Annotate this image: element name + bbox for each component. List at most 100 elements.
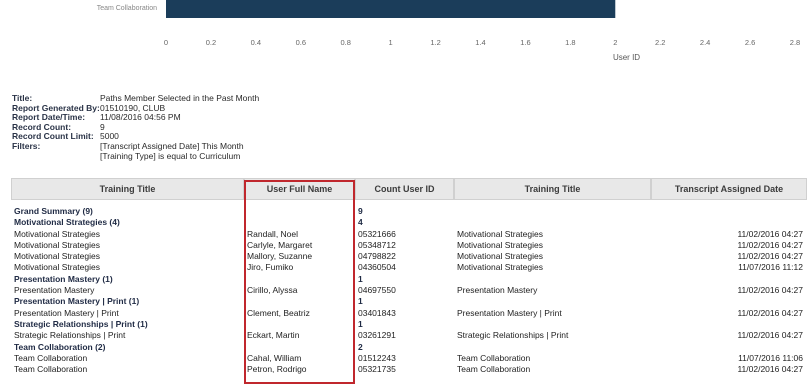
cell-training-title: Presentation Mastery | Print (1) [14,296,140,307]
cell-assigned-date: 11/02/2016 04:27 [737,330,803,341]
cell-training-title-2 [454,206,651,217]
group-row: Presentation Mastery | Print (1) 1 [11,296,807,307]
cell-training-title: Team Collaboration [14,352,88,363]
cell-training-title-2: Motivational Strategies [457,262,543,273]
cell-count-user-id: 1 [358,273,363,284]
cell-assigned-date [651,342,807,353]
cell-assigned-date: 11/07/2016 11:12 [738,262,803,273]
cell-training-title-2: Strategic Relationships | Print [457,330,569,341]
cell-assigned-date: 11/02/2016 04:27 [737,307,803,318]
cell-count-user-id: 05321666 [358,228,396,239]
header-user-full-name[interactable]: User Full Name [244,178,355,200]
group-row: Presentation Mastery (1) 1 [11,274,807,285]
cell-count-user-id: 04697550 [358,285,396,296]
group-row: Motivational Strategies (4) 4 [11,217,807,228]
cell-count-user-id: 04360504 [358,262,396,273]
cell-assigned-date: 11/02/2016 04:27 [737,228,803,239]
x-tick-label: 0.2 [206,38,216,47]
cell-count-user-id: 03401843 [358,307,396,318]
cell-training-title: Grand Summary (9) [14,206,93,216]
group-row: Strategic Relationships | Print (1) 1 [11,319,807,330]
cell-training-title-2: Team Collaboration [457,352,531,363]
cell-assigned-date [651,296,807,307]
cell-training-title-2 [454,342,651,353]
cell-training-title: Presentation Mastery [14,285,95,296]
cell-user-full-name [244,319,355,330]
cell-training-title: Motivational Strategies [14,251,100,262]
x-tick-label: 1 [389,38,393,47]
table-header: Training Title User Full Name Count User… [11,178,807,200]
cell-count-user-id: 4 [358,217,363,228]
table-row: Motivational Strategies Mallory, Suzanne 0… [11,251,807,262]
group-row: Grand Summary (9) 9 [11,206,807,217]
table-row: Motivational Strategies Carlyle, Margaret… [11,240,807,251]
x-tick-label: 0 [164,38,168,47]
cell-assigned-date [651,206,807,217]
chart-bar [166,0,616,18]
cell-training-title: Motivational Strategies (4) [14,217,120,228]
table-row: Strategic Relationships | Print Eckart, M… [11,330,807,341]
cell-assigned-date: 11/02/2016 04:27 [737,364,803,375]
cell-user-full-name: Petron, Rodrigo [247,364,307,375]
cell-training-title: Motivational Strategies [14,262,100,273]
table-row: Team Collaboration Petron, Rodrigo 0532173… [11,364,807,375]
x-axis-label: User ID [613,53,640,62]
cell-training-title: Strategic Relationships | Print (1) [14,318,148,329]
table-body: Grand Summary (9) 9 Motivational Strategie… [11,206,807,375]
cell-training-title-2 [454,319,651,330]
cell-count-user-id: 04798822 [358,251,396,262]
filters-label: Filters: [12,140,41,151]
cell-training-title-2: Presentation Mastery | Print [457,307,562,318]
cell-user-full-name [244,217,355,228]
cell-assigned-date: 11/07/2016 11:06 [738,352,803,363]
cell-training-title-2: Motivational Strategies [457,251,543,262]
filter-training-type: [Training Type] is equal to Curriculum [100,150,241,161]
cell-assigned-date: 11/02/2016 04:27 [737,251,803,262]
cell-training-title-2: Presentation Mastery [457,285,538,296]
cell-user-full-name [244,296,355,307]
x-tick-label: 1.4 [475,38,485,47]
cell-user-full-name: Eckart, Martin [247,330,300,341]
cell-user-full-name [244,206,355,217]
x-tick-label: 2 [613,38,617,47]
table-row: Presentation Mastery Cirillo, Alyssa 04697… [11,285,807,296]
cell-assigned-date [651,217,807,228]
cell-count-user-id: 9 [358,206,363,216]
cell-user-full-name [244,342,355,353]
cell-training-title: Presentation Mastery | Print [14,307,119,318]
cell-training-title: Team Collaboration [14,364,88,375]
report-datetime-value: 11/08/2016 04:56 PM [100,112,181,123]
cell-count-user-id: 05321735 [358,364,396,375]
cell-count-user-id: 05348712 [358,239,396,250]
header-training-title-2[interactable]: Training Title [454,178,651,200]
x-tick-label: 2.8 [790,38,800,47]
header-assigned-date[interactable]: Transcript Assigned Date [651,178,807,200]
header-count-user-id[interactable]: Count User ID [355,178,454,200]
x-tick-label: 1.8 [565,38,575,47]
header-training-title[interactable]: Training Title [11,178,244,200]
table-row: Presentation Mastery | Print Clement, Bea… [11,308,807,319]
cell-user-full-name [244,274,355,285]
group-row: Team Collaboration (2) 2 [11,342,807,353]
cell-training-title: Strategic Relationships | Print [14,330,126,341]
report-table: Training Title User Full Name Count User… [11,178,807,375]
x-tick-label: 1.2 [430,38,440,47]
x-tick-label: 0.6 [296,38,306,47]
cell-training-title-2 [454,274,651,285]
cell-user-full-name: Mallory, Suzanne [247,251,313,262]
x-tick-label: 1.6 [520,38,530,47]
cell-training-title: Motivational Strategies [14,228,100,239]
x-tick-label: 2.6 [745,38,755,47]
cell-user-full-name: Cahal, William [247,352,302,363]
x-tick-label: 2.2 [655,38,665,47]
cell-count-user-id: 2 [358,341,363,352]
cell-count-user-id: 1 [358,318,363,329]
x-tick-label: 0.4 [251,38,261,47]
report-metadata: Title: Paths Member Selected in the Past … [12,93,259,161]
cell-assigned-date: 11/02/2016 04:27 [737,239,803,250]
cell-user-full-name: Cirillo, Alyssa [247,285,298,296]
cell-user-full-name: Clement, Beatriz [247,307,310,318]
cell-count-user-id: 01512243 [358,352,396,363]
cell-training-title-2: Motivational Strategies [457,228,543,239]
cell-training-title: Motivational Strategies [14,239,100,250]
